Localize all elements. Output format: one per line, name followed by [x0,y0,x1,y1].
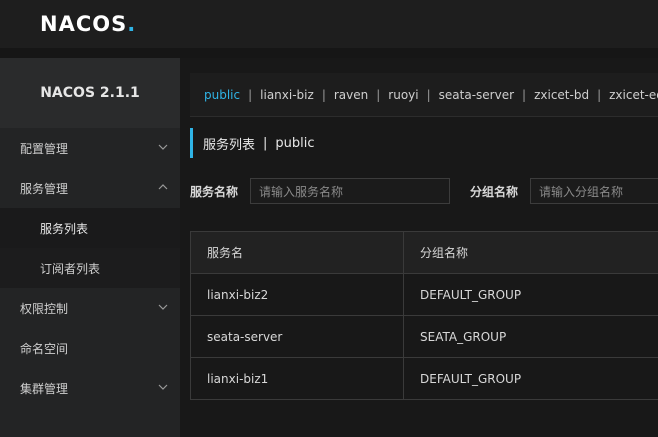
namespace-bar: public | lianxi-biz | raven | ruoyi | se… [190,73,658,117]
group-name-cell: DEFAULT_GROUP [420,287,522,302]
group-name-cell: SEATA_GROUP [420,329,507,344]
namespace-separator: | [426,87,431,102]
namespace-seata-server[interactable]: seata-server [439,88,514,102]
sidebar-item-namespace[interactable]: 命名空间 [0,328,180,368]
namespace-public[interactable]: public [204,88,240,102]
page-title-text: 服务列表 [203,137,256,153]
table-row[interactable]: seata-server SEATA_GROUP [191,316,658,358]
namespace-separator: | [522,87,527,102]
sidebar-item-access-control[interactable]: 权限控制 [0,288,180,328]
chevron-up-icon [158,182,168,192]
chevron-down-icon [158,302,168,312]
service-name-placeholder: 请输入服务名称 [259,184,344,199]
table-row[interactable]: lianxi-biz1 DEFAULT_GROUP [191,358,658,400]
table-header-row: 服务名 分组名称 [191,232,658,274]
service-name-input[interactable]: 请输入服务名称 [250,178,451,204]
service-name-label: 服务名称 [190,184,239,199]
namespace-ruoyi[interactable]: ruoyi [388,88,418,102]
sidebar-item-service-management[interactable]: 服务管理 [0,168,180,208]
table-row[interactable]: lianxi-biz2 DEFAULT_GROUP [191,274,658,316]
namespace-separator: | [321,87,326,102]
column-header-group-name[interactable]: 分组名称 [404,232,658,273]
top-header: NACOS. [0,0,658,48]
sidebar-item-config-management[interactable]: 配置管理 [0,128,180,168]
sidebar-item-subscriber-list[interactable]: 订阅者列表 [0,248,180,288]
column-header-service-name[interactable]: 服务名 [191,232,404,273]
namespace-raven[interactable]: raven [334,88,368,102]
service-table: 服务名 分组名称 lianxi-biz2 DEFAULT_GROUP seata… [190,231,658,400]
sidebar-item-label: 配置管理 [20,141,69,156]
namespace-separator: | [597,87,602,102]
namespace-separator: | [376,87,381,102]
logo-dot: . [127,12,137,36]
header-divider [0,48,658,58]
group-name-input[interactable]: 请输入分组名称 [530,178,658,204]
namespace-zxicet-bd[interactable]: zxicet-bd [534,88,589,102]
nacos-logo[interactable]: NACOS. [40,12,136,36]
namespace-zxicet-ed[interactable]: zxicet-ed [609,88,658,102]
service-name-cell: seata-server [191,316,404,357]
sidebar-item-cluster-management[interactable]: 集群管理 [0,368,180,408]
group-name-label: 分组名称 [470,184,519,199]
service-name-cell: lianxi-biz1 [191,358,404,399]
namespace-lianxi-biz[interactable]: lianxi-biz [260,88,314,102]
sidebar-item-label: 服务列表 [40,221,89,236]
sidebar-item-label: 服务管理 [20,181,69,196]
service-name-cell: lianxi-biz2 [191,274,404,315]
version-label: NACOS 2.1.1 [0,58,180,128]
namespace-separator: | [248,87,253,102]
sidebar-item-label: 订阅者列表 [40,261,101,276]
sidebar: NACOS 2.1.1 配置管理 服务管理 服务列表 订阅者列表 权限控制 命名… [0,58,180,437]
chevron-down-icon [158,382,168,392]
group-name-cell: DEFAULT_GROUP [420,371,522,386]
sidebar-item-label: 权限控制 [20,301,69,316]
logo-text: NACOS [40,12,128,36]
page-title: 服务列表 | public [190,128,315,158]
sidebar-item-label: 集群管理 [20,381,69,396]
sidebar-item-label: 命名空间 [20,341,69,356]
group-name-placeholder: 请输入分组名称 [539,184,624,199]
main-content: public | lianxi-biz | raven | ruoyi | se… [180,58,658,437]
sidebar-item-service-list[interactable]: 服务列表 [0,208,180,248]
page-title-namespace: public [275,135,315,151]
filter-bar: 服务名称 请输入服务名称 分组名称 请输入分组名称 [190,178,658,204]
chevron-down-icon [158,142,168,152]
page-title-separator: | [263,135,268,151]
